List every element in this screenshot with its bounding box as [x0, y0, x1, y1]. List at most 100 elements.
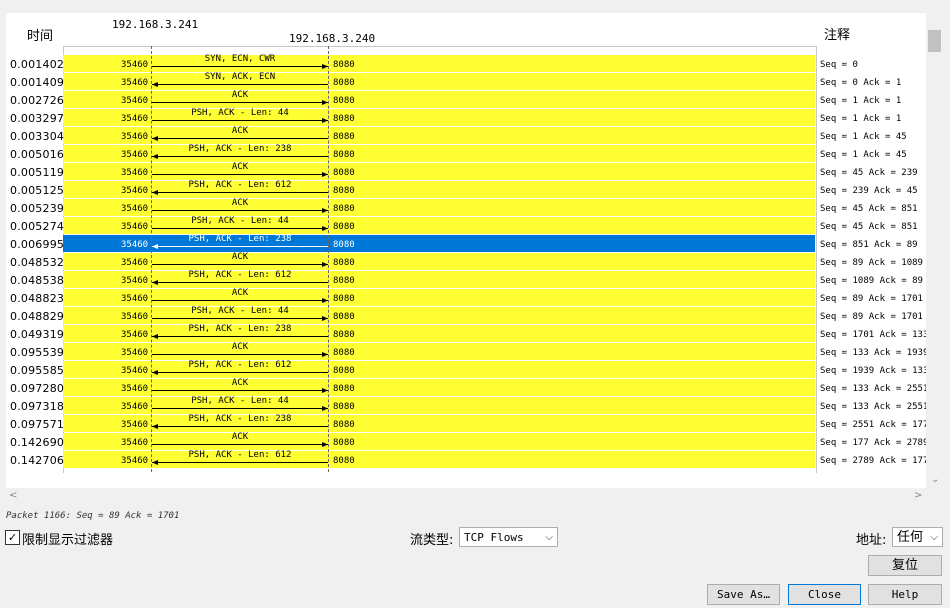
- row-comment: Seq = 133 Ack = 1939: [820, 348, 929, 358]
- chevron-down-icon: ⌵: [545, 532, 553, 543]
- help-button[interactable]: Help: [868, 584, 942, 605]
- arrow-right-icon: [152, 100, 328, 105]
- flow-row[interactable]: 0.005016 35460 8080 PSH, ACK - Len: 238 Seq …: [0, 144, 950, 162]
- flow-row[interactable]: 0.002726 35460 8080 ACK Seq = 1 Ack = 1: [0, 90, 950, 108]
- row-time: 0.005239: [10, 202, 65, 215]
- row-dest-port: 8080: [333, 420, 355, 430]
- limit-filter-label[interactable]: 限制显示过滤器: [22, 529, 113, 548]
- row-message: PSH, ACK - Len: 44: [191, 216, 289, 226]
- scroll-left-arrow-icon[interactable]: <: [9, 490, 17, 501]
- row-time: 0.048532: [10, 256, 65, 269]
- row-dest-port: 8080: [333, 348, 355, 358]
- row-comment: Seq = 1 Ack = 1: [820, 96, 902, 106]
- scroll-down-arrow-icon[interactable]: ⌄: [931, 474, 939, 485]
- row-source-port: 35460: [121, 258, 149, 268]
- limit-filter-checkbox[interactable]: ✓: [5, 530, 20, 545]
- flow-type-select[interactable]: TCP Flows ⌵: [459, 527, 558, 547]
- flow-row[interactable]: 0.006995 35460 8080 PSH, ACK - Len: 238 Seq …: [0, 234, 950, 252]
- arrow-left-icon: [152, 424, 328, 429]
- host-a-address: 192.168.3.241: [112, 18, 199, 31]
- row-time: 0.003304: [10, 130, 65, 143]
- row-source-port: 35460: [121, 330, 149, 340]
- close-button[interactable]: Close: [788, 584, 861, 605]
- row-comment: Seq = 45 Ack = 851: [820, 204, 918, 214]
- flow-row[interactable]: 0.001409 35460 8080 SYN, ACK, ECN Seq = 0 Ac…: [0, 72, 950, 90]
- flow-row[interactable]: 0.097318 35460 8080 PSH, ACK - Len: 44 Seq =…: [0, 396, 950, 414]
- row-message: PSH, ACK - Len: 612: [188, 180, 292, 190]
- row-dest-port: 8080: [333, 294, 355, 304]
- flow-row[interactable]: 0.048532 35460 8080 ACK Seq = 89 Ack = 1089: [0, 252, 950, 270]
- arrow-right-icon: [152, 406, 328, 411]
- row-dest-port: 8080: [333, 438, 355, 448]
- row-message: SYN, ACK, ECN: [204, 72, 276, 82]
- address-value: 任何: [897, 530, 924, 545]
- arrow-right-icon: [152, 172, 328, 177]
- flow-row[interactable]: 0.003304 35460 8080 ACK Seq = 1 Ack = 45: [0, 126, 950, 144]
- row-source-port: 35460: [121, 168, 149, 178]
- flow-type-label: 流类型:: [410, 533, 454, 548]
- row-message: PSH, ACK - Len: 612: [188, 270, 292, 280]
- row-time: 0.048829: [10, 310, 65, 323]
- arrow-right-icon: [152, 388, 328, 393]
- row-comment: Seq = 89 Ack = 1701: [820, 312, 923, 322]
- row-comment: Seq = 1089 Ack = 89: [820, 276, 923, 286]
- arrow-left-icon: [152, 154, 328, 159]
- row-time: 0.097318: [10, 400, 65, 413]
- row-dest-port: 8080: [333, 114, 355, 124]
- vertical-scrollbar-thumb[interactable]: [928, 30, 941, 52]
- flow-row[interactable]: 0.049319 35460 8080 PSH, ACK - Len: 238 Seq …: [0, 324, 950, 342]
- row-dest-port: 8080: [333, 330, 355, 340]
- flow-type-value: TCP Flows: [464, 531, 524, 544]
- flow-row[interactable]: 0.097571 35460 8080 PSH, ACK - Len: 238 Seq …: [0, 414, 950, 432]
- row-time: 0.005274: [10, 220, 65, 233]
- row-message: PSH, ACK - Len: 238: [188, 324, 292, 334]
- host-b-address: 192.168.3.240: [289, 32, 376, 45]
- row-message: ACK: [231, 90, 249, 100]
- row-comment: Seq = 1 Ack = 45: [820, 132, 907, 142]
- row-comment: Seq = 45 Ack = 851: [820, 222, 918, 232]
- address-select[interactable]: 任何 ⌵: [892, 527, 943, 547]
- row-source-port: 35460: [121, 276, 149, 286]
- scroll-right-arrow-icon[interactable]: >: [914, 490, 922, 501]
- host-a-lifeline: [151, 46, 152, 472]
- flow-row[interactable]: 0.097280 35460 8080 ACK Seq = 133 Ack = 2551: [0, 378, 950, 396]
- row-dest-port: 8080: [333, 222, 355, 232]
- reset-button[interactable]: 复位: [868, 555, 942, 576]
- row-comment: Seq = 851 Ack = 89: [820, 240, 918, 250]
- row-comment: Seq = 89 Ack = 1089: [820, 258, 923, 268]
- flow-row[interactable]: 0.048829 35460 8080 PSH, ACK - Len: 44 Seq =…: [0, 306, 950, 324]
- arrow-right-icon: [152, 226, 328, 231]
- row-source-port: 35460: [121, 456, 149, 466]
- row-time: 0.095585: [10, 364, 65, 377]
- flow-row[interactable]: 0.005125 35460 8080 PSH, ACK - Len: 612 Seq …: [0, 180, 950, 198]
- vertical-scrollbar[interactable]: [926, 13, 943, 488]
- arrow-right-icon: [152, 208, 328, 213]
- save-as-button[interactable]: Save As…: [707, 584, 780, 605]
- flow-row[interactable]: 0.048823 35460 8080 ACK Seq = 89 Ack = 1701: [0, 288, 950, 306]
- row-source-port: 35460: [121, 186, 149, 196]
- row-time: 0.002726: [10, 94, 65, 107]
- row-source-port: 35460: [121, 222, 149, 232]
- arrow-right-icon: [152, 64, 328, 69]
- flow-row[interactable]: 0.095585 35460 8080 PSH, ACK - Len: 612 Seq …: [0, 360, 950, 378]
- row-comment: Seq = 239 Ack = 45: [820, 186, 918, 196]
- flow-row[interactable]: 0.003297 35460 8080 PSH, ACK - Len: 44 Seq =…: [0, 108, 950, 126]
- row-source-port: 35460: [121, 384, 149, 394]
- flow-row[interactable]: 0.005119 35460 8080 ACK Seq = 45 Ack = 239: [0, 162, 950, 180]
- row-dest-port: 8080: [333, 456, 355, 466]
- flow-row[interactable]: 0.005274 35460 8080 PSH, ACK - Len: 44 Seq =…: [0, 216, 950, 234]
- row-message: ACK: [231, 432, 249, 442]
- row-time: 0.049319: [10, 328, 65, 341]
- flow-row[interactable]: 0.095539 35460 8080 ACK Seq = 133 Ack = 1939: [0, 342, 950, 360]
- flow-row[interactable]: 0.005239 35460 8080 ACK Seq = 45 Ack = 851: [0, 198, 950, 216]
- flow-row[interactable]: 0.142690 35460 8080 ACK Seq = 177 Ack = 2789: [0, 432, 950, 450]
- row-message: ACK: [231, 126, 249, 136]
- flow-row[interactable]: 0.001402 35460 8080 SYN, ECN, CWR Seq = 0: [0, 54, 950, 72]
- row-time: 0.097280: [10, 382, 65, 395]
- row-message: PSH, ACK - Len: 238: [188, 144, 292, 154]
- flow-row[interactable]: 0.142706 35460 8080 PSH, ACK - Len: 612 Seq …: [0, 450, 950, 468]
- row-comment: Seq = 133 Ack = 2551: [820, 402, 929, 412]
- flow-row[interactable]: 0.048538 35460 8080 PSH, ACK - Len: 612 Seq …: [0, 270, 950, 288]
- row-message: PSH, ACK - Len: 44: [191, 306, 289, 316]
- row-comment: Seq = 177 Ack = 2789: [820, 438, 929, 448]
